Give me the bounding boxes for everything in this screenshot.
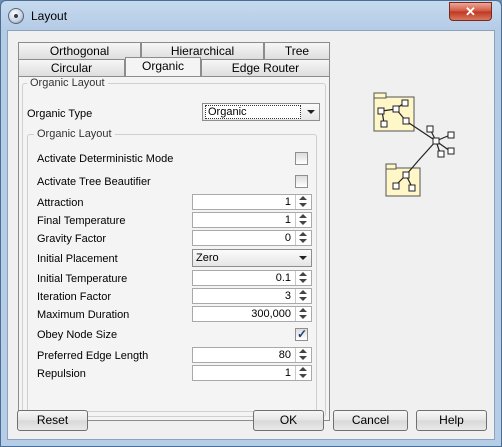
initial-temperature-label: Initial Temperature <box>37 273 128 285</box>
reset-button[interactable]: Reset <box>17 410 88 431</box>
app-icon <box>8 8 24 24</box>
iteration-factor-label: Iteration Factor <box>37 291 111 303</box>
spinner-arrows[interactable] <box>295 366 311 380</box>
final-temperature-spinner[interactable]: 1 <box>192 212 312 228</box>
obey-node-size-label: Obey Node Size <box>37 329 118 341</box>
deterministic-mode-checkbox[interactable] <box>295 152 308 165</box>
chevron-down-icon <box>307 110 315 114</box>
organic-type-select[interactable]: Organic <box>202 103 320 121</box>
gravity-factor-label: Gravity Factor <box>37 233 107 245</box>
spinner-arrows[interactable] <box>295 271 311 285</box>
spinner-arrows[interactable] <box>295 348 311 362</box>
window-title: Layout <box>31 9 68 23</box>
ok-button[interactable]: OK <box>253 410 324 431</box>
spinner-arrows[interactable] <box>295 231 311 245</box>
organic-tab-panel: Organic Layout Organic Type Organic Orga… <box>18 76 330 421</box>
iteration-factor-spinner[interactable]: 3 <box>192 288 312 304</box>
organic-layout-preview-icon <box>373 92 455 197</box>
organic-type-label: Organic Type <box>27 108 93 120</box>
chevron-down-icon <box>299 256 307 260</box>
initial-temperature-spinner[interactable]: 0.1 <box>192 270 312 286</box>
attraction-label: Attraction <box>37 197 84 209</box>
spinner-arrows[interactable] <box>295 213 311 227</box>
maximum-duration-spinner[interactable]: 300,000 <box>192 306 312 322</box>
close-button[interactable]: ✕ <box>449 2 492 21</box>
initial-placement-select[interactable]: Zero <box>192 249 312 267</box>
title-bar[interactable]: Layout ✕ <box>1 1 501 31</box>
tab-tree[interactable]: Tree <box>264 42 330 59</box>
gravity-factor-spinner[interactable]: 0 <box>192 230 312 246</box>
tab-organic[interactable]: Organic <box>125 57 201 76</box>
tree-beautifier-label: Activate Tree Beautifier <box>37 176 151 188</box>
maximum-duration-label: Maximum Duration <box>37 309 130 321</box>
tab-edge-router[interactable]: Edge Router <box>201 59 330 76</box>
preferred-edge-length-spinner[interactable]: 80 <box>192 347 312 363</box>
attraction-spinner[interactable]: 1 <box>192 194 312 210</box>
spinner-arrows[interactable] <box>295 289 311 303</box>
dialog-client-area: Orthogonal Hierarchical Tree Circular Or… <box>7 30 495 440</box>
tree-beautifier-checkbox[interactable] <box>295 175 308 188</box>
tab-circular[interactable]: Circular <box>18 59 125 76</box>
help-button[interactable]: Help <box>416 410 487 431</box>
initial-placement-label: Initial Placement <box>37 253 118 265</box>
repulsion-label: Repulsion <box>37 368 86 380</box>
cancel-button[interactable]: Cancel <box>333 410 408 431</box>
inner-group-title: Organic Layout <box>34 128 115 140</box>
layout-dialog: Layout ✕ Orthogonal Hierarchical Tree Ci… <box>0 0 502 447</box>
obey-node-size-checkbox[interactable] <box>295 327 308 341</box>
tab-orthogonal[interactable]: Orthogonal <box>18 42 141 59</box>
final-temperature-label: Final Temperature <box>37 215 126 227</box>
spinner-arrows[interactable] <box>295 307 311 321</box>
group-title: Organic Layout <box>27 77 108 89</box>
repulsion-spinner[interactable]: 1 <box>192 365 312 381</box>
preferred-edge-length-label: Preferred Edge Length <box>37 350 149 362</box>
deterministic-mode-label: Activate Deterministic Mode <box>37 153 174 165</box>
spinner-arrows[interactable] <box>295 195 311 209</box>
